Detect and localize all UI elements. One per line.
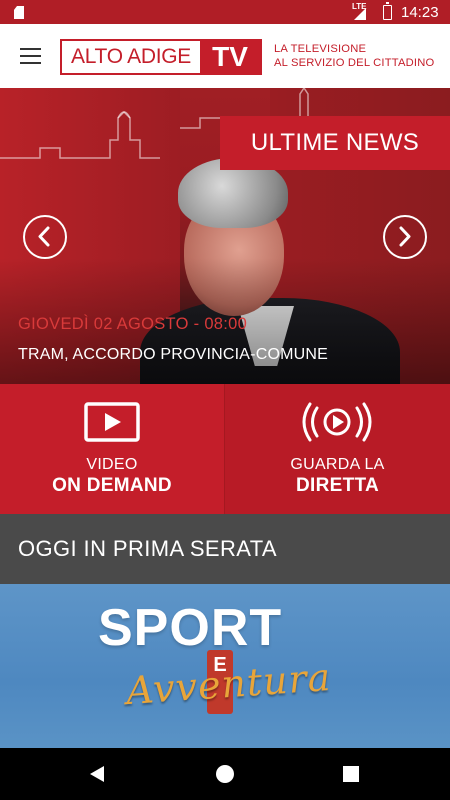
home-button[interactable] [195, 748, 255, 800]
recent-apps-icon [343, 766, 359, 782]
back-icon [90, 766, 104, 782]
watch-live-button[interactable]: GUARDA LA DIRETTA [225, 384, 450, 514]
back-button[interactable] [67, 748, 127, 800]
play-screen-icon [84, 402, 140, 442]
news-date: GIOVEDÌ 02 AGOSTO - 08:00 [18, 315, 248, 333]
program-logo-sport: SPORT [98, 599, 283, 657]
battery-icon [383, 2, 392, 20]
carousel-next-button[interactable] [383, 215, 427, 259]
app-header: ALTO ADIGE TV LA TELEVISIONE AL SERVIZIO… [0, 24, 450, 88]
logo[interactable]: ALTO ADIGE TV [60, 39, 262, 75]
latest-news-badge: ULTIME NEWS [220, 116, 450, 170]
vod-label-top: VIDEO [86, 456, 138, 473]
live-label-bottom: DIRETTA [295, 475, 380, 496]
sd-card-icon [14, 6, 24, 19]
prime-time-heading: OGGI IN PRIMA SERATA [0, 514, 450, 584]
clock: 14:23 [401, 4, 439, 21]
tagline-line-2: AL SERVIZIO DEL CITTADINO [274, 57, 435, 69]
tagline-line-1: LA TELEVISIONE [274, 43, 367, 55]
carousel-prev-button[interactable] [23, 215, 67, 259]
program-promo-banner[interactable]: SPORT E Avventura [0, 584, 450, 748]
status-bar: LTE 14:23 [0, 0, 450, 24]
action-buttons: VIDEO ON DEMAND GUARDA LA DIRETTA [0, 384, 450, 514]
recent-apps-button[interactable] [321, 748, 381, 800]
vod-label-bottom: ON DEMAND [52, 475, 172, 496]
live-broadcast-icon [302, 402, 372, 442]
tagline: LA TELEVISIONE AL SERVIZIO DEL CITTADINO [274, 42, 434, 70]
logo-text: ALTO ADIGE [71, 45, 191, 68]
chevron-right-icon [399, 226, 411, 247]
system-navigation-bar [0, 748, 450, 800]
logo-tv: TV [200, 41, 260, 73]
live-label-top: GUARDA LA [290, 456, 385, 473]
home-icon [216, 765, 234, 783]
signal-icon [354, 8, 366, 20]
news-title[interactable]: TRAM, ACCORDO PROVINCIA-COMUNE [18, 346, 328, 364]
program-logo-avventura: Avventura [124, 654, 333, 714]
news-carousel[interactable]: ULTIME NEWS GIOVEDÌ 02 AGOSTO - 08:00 TR… [0, 88, 450, 384]
menu-icon[interactable] [20, 48, 41, 64]
video-on-demand-button[interactable]: VIDEO ON DEMAND [0, 384, 225, 514]
chevron-left-icon [38, 226, 50, 247]
